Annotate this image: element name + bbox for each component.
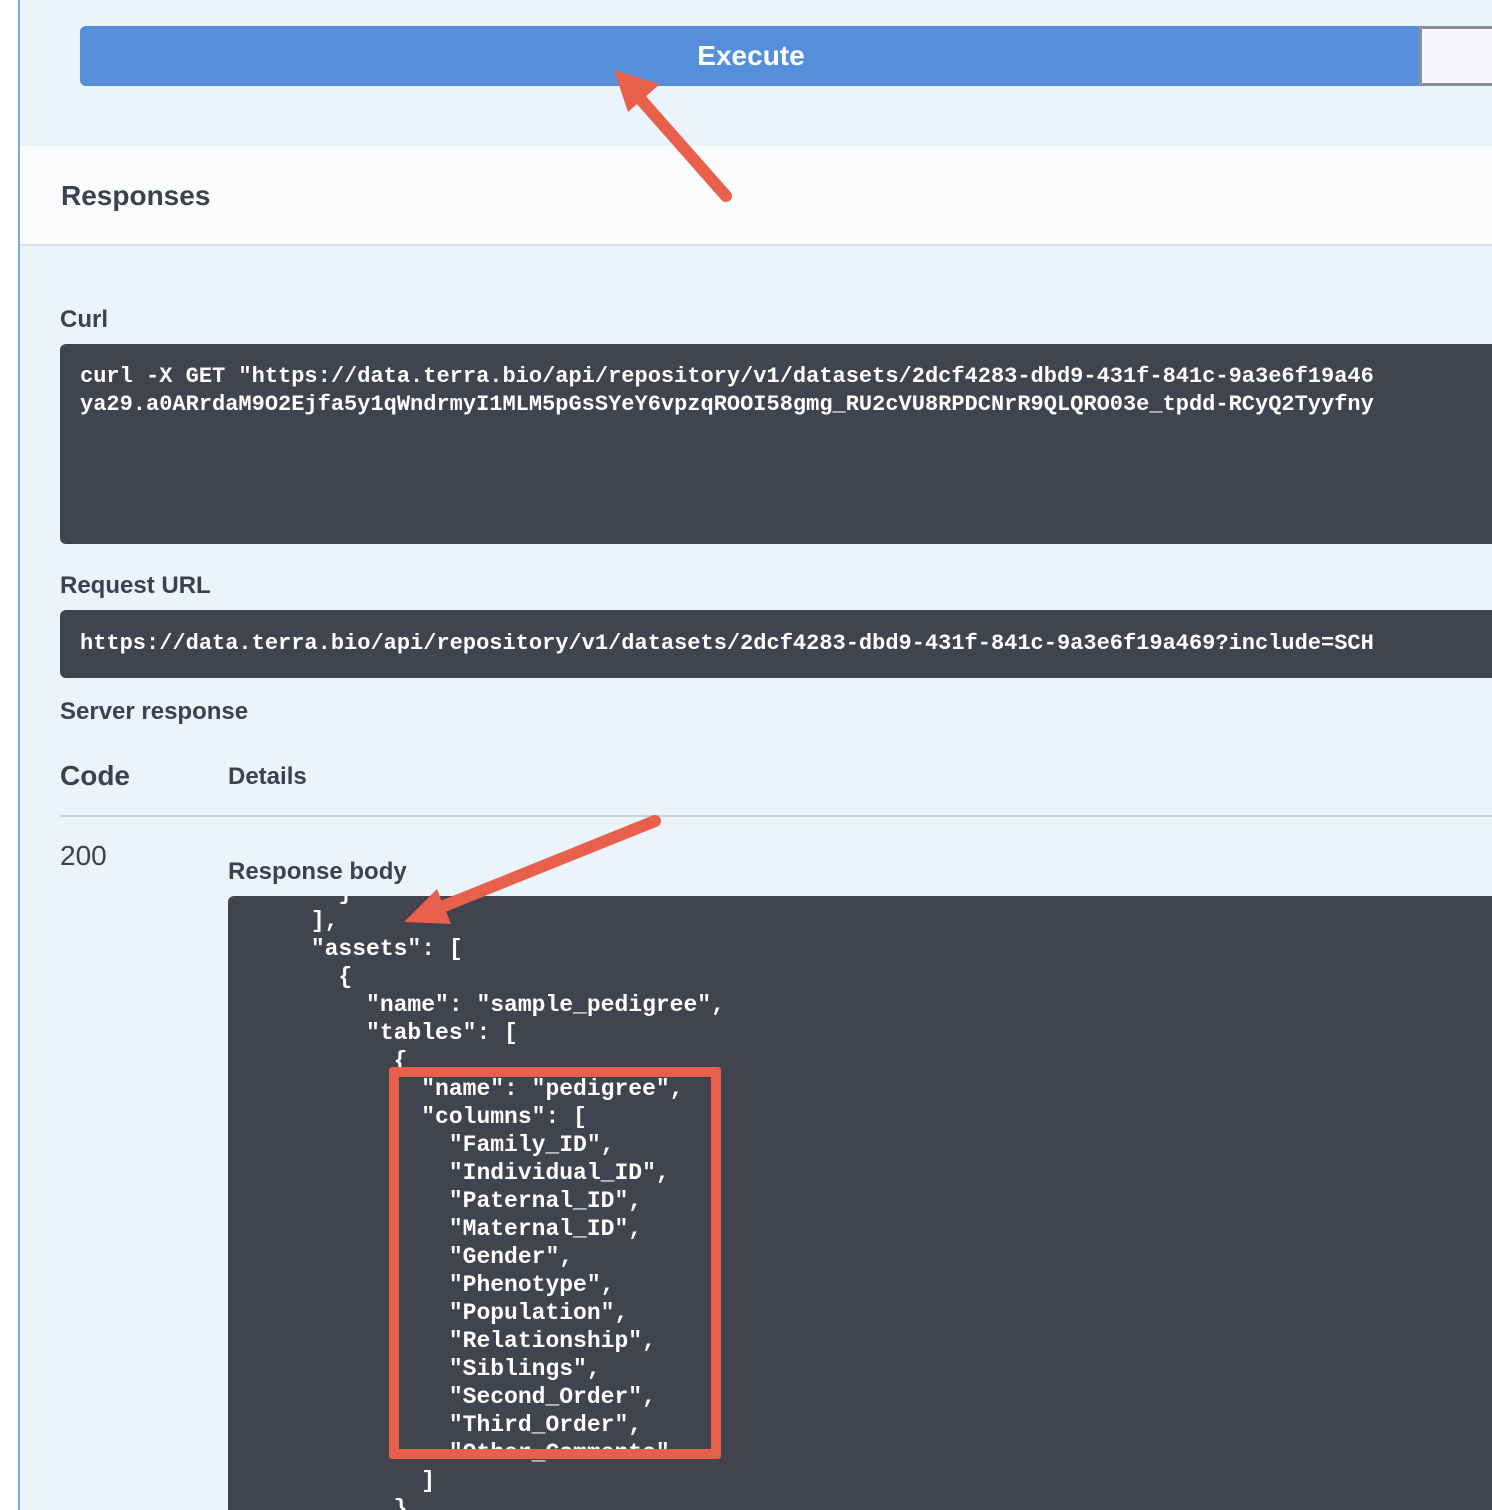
response-body-label: Response body <box>228 858 407 885</box>
execute-button[interactable]: Execute <box>80 26 1422 86</box>
response-body-line: ], <box>228 908 339 934</box>
status-code: 200 <box>60 840 107 871</box>
response-body-line: "tables": [ <box>228 1020 518 1046</box>
responses-title: Responses <box>61 180 211 211</box>
server-response-label: Server response <box>60 698 249 725</box>
response-body-line: } <box>228 896 725 907</box>
request-url-block[interactable]: https://data.terra.bio/api/repository/v1… <box>60 610 1492 678</box>
response-body-line: { <box>228 964 353 990</box>
responses-header: Responses <box>20 146 1492 246</box>
request-url-value: https://data.terra.bio/api/repository/v1… <box>80 631 1374 656</box>
response-body-line: } <box>228 1496 408 1510</box>
curl-label: Curl <box>60 306 108 333</box>
highlight-box-annotation <box>389 1067 721 1459</box>
clear-button[interactable] <box>1419 26 1492 86</box>
response-body-line: "assets": [ <box>228 936 463 962</box>
response-table-divider <box>60 815 1492 817</box>
code-column-heading: Code <box>60 760 130 791</box>
curl-line: curl -X GET "https://data.terra.bio/api/… <box>80 364 1374 389</box>
response-body-line: ] <box>228 1468 436 1494</box>
screenshot-page: Execute Responses Curl curl -X GET "http… <box>0 0 1492 1510</box>
curl-line: ya29.a0ARrdaM9O2Ejfa5y1qWndrmyI1MLM5pGsS… <box>80 392 1374 417</box>
curl-command-block[interactable]: curl -X GET "https://data.terra.bio/api/… <box>60 344 1492 544</box>
response-body-line: "name": "sample_pedigree", <box>228 992 725 1018</box>
request-url-label: Request URL <box>60 572 211 599</box>
details-column-heading: Details <box>228 763 307 790</box>
